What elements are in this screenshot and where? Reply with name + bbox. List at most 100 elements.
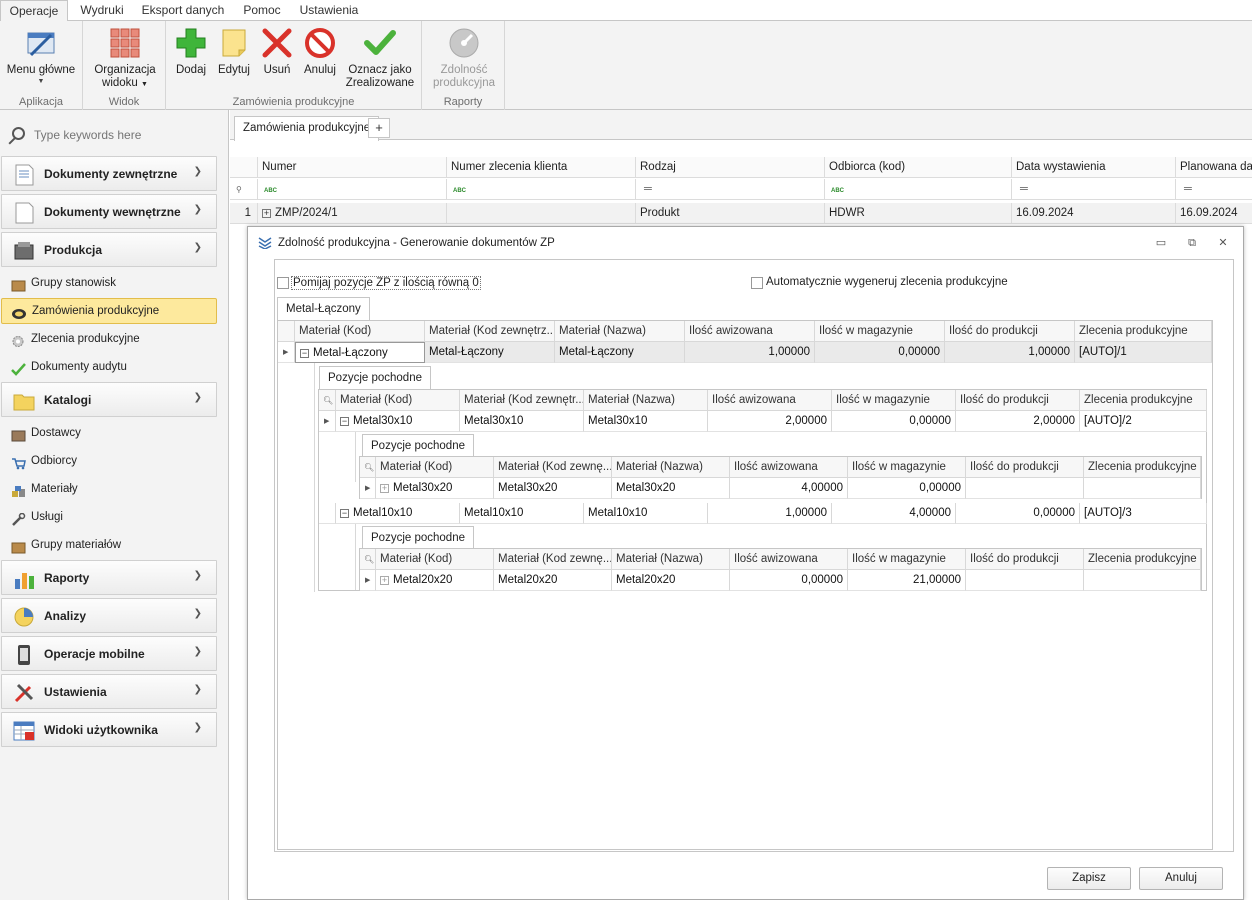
column-header-planowana-data[interactable]: Planowana data bbox=[1176, 157, 1252, 178]
col-zlecenia-produkcyjne[interactable]: Zlecenia produkcyjne bbox=[1084, 549, 1201, 570]
cell-awizowana[interactable]: 1,00000 bbox=[685, 342, 815, 363]
cell-kod-zewn[interactable]: Metal20x20 bbox=[494, 570, 612, 591]
col-material-nazwa[interactable]: Materiał (Nazwa) bbox=[612, 457, 730, 478]
sidebar-group-operacje-mobilne[interactable]: Operacje mobilne ❯ bbox=[1, 636, 217, 671]
search-input[interactable] bbox=[34, 124, 214, 146]
col-ilosc-do-produkcji[interactable]: Ilość do produkcji bbox=[956, 390, 1080, 411]
sidebar-item-grupy-stanowisk[interactable]: Grupy stanowisk bbox=[1, 270, 217, 296]
tab-metal-laczony[interactable]: Metal-Łączony bbox=[277, 297, 370, 321]
usun-button[interactable]: Usuń bbox=[258, 21, 296, 93]
sidebar-item-dokumenty-audytu[interactable]: Dokumenty audytu bbox=[1, 354, 217, 380]
col-zlecenia-produkcyjne[interactable]: Zlecenia produkcyjne bbox=[1084, 457, 1201, 478]
collapse-icon[interactable]: − bbox=[300, 349, 309, 358]
col-material-kod[interactable]: Materiał (Kod) bbox=[376, 457, 494, 478]
collapse-icon[interactable]: − bbox=[340, 417, 349, 426]
sidebar-group-ustawienia[interactable]: Ustawienia ❯ bbox=[1, 674, 217, 709]
cell-nazwa[interactable]: Metal10x10 bbox=[584, 503, 708, 524]
cell-material-kod[interactable]: − Metal-Łączony bbox=[295, 342, 425, 363]
auto-generate-checkbox[interactable] bbox=[751, 277, 763, 289]
cell-kod-zewn[interactable]: Metal-Łączony bbox=[425, 342, 555, 363]
sidebar-item-grupy-materialow[interactable]: Grupy materiałów bbox=[1, 532, 217, 558]
close-icon[interactable]: ✕ bbox=[1216, 236, 1230, 250]
sidebar-item-zamowienia-produkcyjne[interactable]: Zamówienia produkcyjne bbox=[1, 298, 217, 324]
col-ilosc-w-magazynie[interactable]: Ilość w magazynie bbox=[848, 457, 966, 478]
cell-rodzaj[interactable]: Produkt bbox=[636, 203, 825, 224]
add-tab-button[interactable]: + bbox=[368, 118, 390, 138]
column-header-rodzaj[interactable]: Rodzaj bbox=[636, 157, 825, 178]
cell-kod-zewn[interactable]: Metal10x10 bbox=[460, 503, 584, 524]
cell-magazyn[interactable]: 0,00000 bbox=[832, 411, 956, 432]
filter-equals-icon[interactable]: ═ bbox=[1012, 179, 1176, 200]
col-zlecenia-produkcyjne[interactable]: Zlecenia produkcyjne bbox=[1080, 390, 1207, 411]
cell-zlecenia[interactable] bbox=[1084, 478, 1201, 499]
tab-eksport-danych[interactable]: Eksport danych bbox=[137, 0, 229, 21]
table-row[interactable]: 1 + ZMP/2024/1 Produkt HDWR 16.09.2024 16… bbox=[230, 203, 1252, 224]
oznacz-zrealizowane-button[interactable]: Oznacz jako Zrealizowane bbox=[344, 21, 416, 93]
cell-numer[interactable]: + ZMP/2024/1 bbox=[258, 203, 447, 224]
sidebar-group-dokumenty-zewnetrzne[interactable]: Dokumenty zewnętrzne ❯ bbox=[1, 156, 217, 191]
cell-do-produkcji[interactable] bbox=[966, 570, 1084, 591]
tab-pozycje-pochodne[interactable]: Pozycje pochodne bbox=[362, 526, 474, 550]
cell-material-kod[interactable]: + Metal30x20 bbox=[376, 478, 494, 499]
cell-awizowana[interactable]: 0,00000 bbox=[730, 570, 848, 591]
col-ilosc-do-produkcji[interactable]: Ilość do produkcji bbox=[966, 457, 1084, 478]
sidebar-group-widoki-uzytkownika[interactable]: Widoki użytkownika ❯ bbox=[1, 712, 217, 747]
cell-material-kod[interactable]: − Metal30x10 bbox=[336, 411, 460, 432]
dodaj-button[interactable]: Dodaj bbox=[172, 21, 210, 93]
sidebar-group-analizy[interactable]: Analizy ❯ bbox=[1, 598, 217, 633]
cell-do-produkcji[interactable]: 2,00000 bbox=[956, 411, 1080, 432]
zdolnosc-produkcyjna-button[interactable]: Zdolność produkcyjna bbox=[428, 21, 500, 93]
col-material-kod-zewn[interactable]: Materiał (Kod zewnę... bbox=[494, 549, 612, 570]
col-material-kod-zewn[interactable]: Materiał (Kod zewnę... bbox=[494, 457, 612, 478]
tab-ustawienia[interactable]: Ustawienia bbox=[294, 0, 364, 21]
col-ilosc-w-magazynie[interactable]: Ilość w magazynie bbox=[832, 390, 956, 411]
skip-zero-label[interactable]: Pomijaj pozycje ZP z ilością równą 0 bbox=[291, 276, 481, 290]
menu-glowne-button[interactable]: Menu główne ▼ bbox=[4, 21, 78, 93]
filter-text-icon[interactable]: ABC bbox=[447, 179, 636, 200]
cell-awizowana[interactable]: 4,00000 bbox=[730, 478, 848, 499]
col-ilosc-awizowana[interactable]: Ilość awizowana bbox=[730, 549, 848, 570]
cell-magazyn[interactable]: 4,00000 bbox=[832, 503, 956, 524]
cell-material-kod[interactable]: + Metal20x20 bbox=[376, 570, 494, 591]
col-ilosc-do-produkcji[interactable]: Ilość do produkcji bbox=[945, 321, 1075, 342]
cell-zlecenia[interactable]: [AUTO]/2 bbox=[1080, 411, 1207, 432]
cell-do-produkcji[interactable]: 0,00000 bbox=[956, 503, 1080, 524]
expand-icon[interactable]: + bbox=[262, 209, 271, 218]
tab-pozycje-pochodne[interactable]: Pozycje pochodne bbox=[362, 434, 474, 458]
cell-nazwa[interactable]: Metal20x20 bbox=[612, 570, 730, 591]
cell-magazyn[interactable]: 0,00000 bbox=[848, 478, 966, 499]
column-header-data-wystawienia[interactable]: Data wystawienia bbox=[1012, 157, 1176, 178]
column-header-numer-zlecenia[interactable]: Numer zlecenia klienta bbox=[447, 157, 636, 178]
col-zlecenia-produkcyjne[interactable]: Zlecenia produkcyjne bbox=[1075, 321, 1212, 342]
sidebar-group-dokumenty-wewnetrzne[interactable]: Dokumenty wewnętrzne ❯ bbox=[1, 194, 217, 229]
col-material-nazwa[interactable]: Materiał (Nazwa) bbox=[612, 549, 730, 570]
cell-nazwa[interactable]: Metal-Łączony bbox=[555, 342, 685, 363]
cell-kod-zewn[interactable]: Metal30x10 bbox=[460, 411, 584, 432]
filter-equals-icon[interactable]: ═ bbox=[636, 179, 825, 200]
maximize-icon[interactable]: ⧉ bbox=[1185, 236, 1199, 250]
column-header-numer[interactable]: Numer bbox=[258, 157, 447, 178]
col-material-nazwa[interactable]: Materiał (Nazwa) bbox=[555, 321, 685, 342]
col-ilosc-w-magazynie[interactable]: Ilość w magazynie bbox=[848, 549, 966, 570]
sidebar-group-raporty[interactable]: Raporty ❯ bbox=[1, 560, 217, 595]
filter-equals-icon[interactable]: ═ bbox=[1176, 179, 1252, 200]
sidebar-item-odbiorcy[interactable]: Odbiorcy bbox=[1, 448, 217, 474]
col-material-nazwa[interactable]: Materiał (Nazwa) bbox=[584, 390, 708, 411]
cancel-button[interactable]: Anuluj bbox=[1139, 867, 1223, 890]
col-ilosc-awizowana[interactable]: Ilość awizowana bbox=[730, 457, 848, 478]
col-ilosc-awizowana[interactable]: Ilość awizowana bbox=[685, 321, 815, 342]
organizacja-widoku-button[interactable]: Organizacja widoku ▼ bbox=[89, 21, 161, 93]
cell-do-produkcji[interactable]: 1,00000 bbox=[945, 342, 1075, 363]
expand-icon[interactable]: + bbox=[380, 484, 389, 493]
sidebar-group-produkcja[interactable]: Produkcja ❯ bbox=[1, 232, 217, 267]
cell-zlecenia[interactable] bbox=[1084, 570, 1201, 591]
cell-planowana-data[interactable]: 16.09.2024 bbox=[1176, 203, 1252, 224]
filter-text-icon[interactable]: ABC bbox=[258, 179, 447, 200]
sidebar-item-uslugi[interactable]: Usługi bbox=[1, 504, 217, 530]
sidebar-item-materialy[interactable]: Materiały bbox=[1, 476, 217, 502]
column-header-odbiorca[interactable]: Odbiorca (kod) bbox=[825, 157, 1012, 178]
skip-zero-checkbox[interactable] bbox=[277, 277, 289, 289]
anuluj-ribbon-button[interactable]: Anuluj bbox=[300, 21, 340, 93]
save-button[interactable]: Zapisz bbox=[1047, 867, 1131, 890]
sidebar-group-katalogi[interactable]: Katalogi ❯ bbox=[1, 382, 217, 417]
